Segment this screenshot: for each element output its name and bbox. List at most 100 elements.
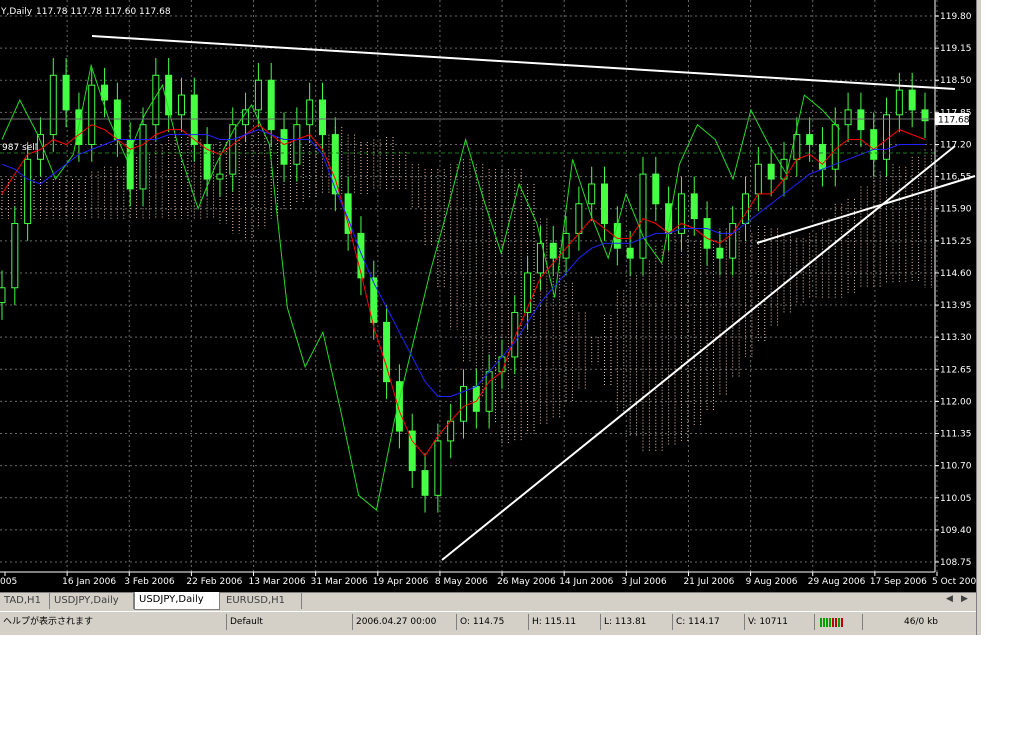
- tab-cadjpy-h1[interactable]: TAD,H1: [0, 593, 50, 609]
- candle-body: [216, 173, 224, 180]
- price-tick-label: 108.75: [940, 558, 972, 568]
- candle-body: [742, 193, 750, 225]
- candle-body: [639, 173, 647, 259]
- date-tick-label: 26 May 2006: [497, 577, 556, 587]
- status-low: L: 113.81: [600, 614, 672, 630]
- price-tick-label: 118.50: [940, 76, 972, 86]
- candle-body: [831, 124, 839, 170]
- date-tick-label: 5 Oct 2006: [932, 577, 980, 587]
- candle-body: [549, 242, 557, 259]
- tab-scroll-right-icon[interactable]: ▶: [961, 594, 968, 604]
- candle-body: [126, 139, 134, 190]
- candle-body: [729, 223, 737, 259]
- candle-body: [24, 158, 32, 225]
- candle-body: [177, 94, 185, 116]
- current-price-label: 117.68: [938, 116, 970, 126]
- candle-body: [280, 129, 288, 165]
- status-profile: Default: [226, 614, 352, 630]
- price-tick-label: 115.90: [940, 205, 972, 215]
- window-right-border: [976, 0, 981, 635]
- candle-body: [242, 109, 250, 126]
- price-tick-label: 117.20: [940, 140, 972, 150]
- tab-eurusd-h1[interactable]: EURUSD,H1: [222, 593, 302, 609]
- price-tick-label: 112.00: [940, 397, 972, 407]
- status-datetime: 2006.04.27 00:00: [352, 614, 456, 630]
- chart-window: 119.80119.15118.50117.85117.20116.55115.…: [0, 0, 981, 635]
- chart-ohlc-label: 117.78 117.78 117.60 117.68: [36, 7, 171, 17]
- status-high: H: 115.11: [528, 614, 600, 630]
- price-tick-label: 113.30: [940, 333, 972, 343]
- status-help-text: ヘルプが表示されます: [3, 617, 94, 627]
- candle-body: [62, 74, 70, 111]
- candle-body: [293, 124, 301, 165]
- candle-body: [139, 124, 147, 190]
- price-tick-label: 112.65: [940, 365, 972, 375]
- date-tick-label: 21 Jul 2006: [683, 577, 734, 587]
- price-tick-label: 110.05: [940, 494, 972, 504]
- price-tick-label: 119.15: [940, 44, 972, 54]
- candle-body: [844, 109, 852, 126]
- date-tick-label: 3 Feb 2006: [124, 577, 175, 587]
- chart-tabs: TAD,H1 USDJPY,Daily USDJPY,Daily EURUSD,…: [0, 592, 980, 611]
- candle-body: [395, 381, 403, 432]
- candle-body: [895, 89, 903, 116]
- candle-body: [485, 371, 493, 412]
- candle-body: [190, 94, 198, 145]
- candle-body: [652, 173, 660, 205]
- price-tick-label: 110.70: [940, 462, 972, 472]
- chart-background: [0, 0, 935, 572]
- candle-body: [626, 247, 634, 259]
- tab-scroll-left-icon[interactable]: ◀: [946, 594, 953, 604]
- candle-body: [818, 143, 826, 170]
- status-close: C: 114.17: [672, 614, 744, 630]
- price-tick-label: 111.35: [940, 430, 972, 440]
- candle-body: [11, 223, 19, 289]
- candle-body: [754, 163, 762, 195]
- candle-body: [318, 99, 326, 136]
- price-tick-label: 113.95: [940, 301, 972, 311]
- candle-body: [511, 311, 519, 358]
- candle-body: [677, 193, 685, 234]
- candle-body: [690, 193, 698, 220]
- candle-body: [575, 203, 583, 234]
- candle-body: [908, 89, 916, 111]
- candle-body: [49, 74, 57, 136]
- date-tick-label: 13 Mar 2006: [249, 577, 306, 587]
- candle-body: [101, 84, 109, 101]
- status-bar: ヘルプが表示されます Default 2006.04.27 00:00 O: 1…: [0, 611, 980, 632]
- candle-body: [88, 84, 96, 145]
- price-tick-label: 109.40: [940, 526, 972, 536]
- price-tick-label: 114.60: [940, 269, 972, 279]
- tab-usdjpy-daily-2[interactable]: USDJPY,Daily: [134, 592, 220, 610]
- order-label: 987 sell: [2, 143, 37, 153]
- date-tick-label: 3 Jul 2006: [621, 577, 666, 587]
- price-chart[interactable]: 119.80119.15118.50117.85117.20116.55115.…: [0, 0, 980, 592]
- date-tick-label: 14 Jun 2006: [559, 577, 613, 587]
- tab-usdjpy-daily-1[interactable]: USDJPY,Daily: [50, 593, 134, 609]
- date-tick-label: 16 Jan 2006: [62, 577, 116, 587]
- status-open: O: 114.75: [456, 614, 528, 630]
- candle-body: [267, 79, 275, 131]
- candle-body: [370, 277, 378, 323]
- date-tick-label: 31 Mar 2006: [311, 577, 368, 587]
- date-tick-label: 005: [0, 577, 17, 587]
- candle-body: [588, 183, 596, 205]
- candle-body: [613, 223, 621, 249]
- candle-body: [870, 129, 878, 160]
- candle-body: [421, 470, 429, 496]
- connection-bars-icon: [820, 618, 843, 627]
- date-tick-label: 19 Apr 2006: [373, 577, 429, 587]
- candle-body: [857, 109, 865, 131]
- status-connection: [814, 614, 862, 630]
- candle-body: [767, 163, 775, 180]
- candle-body: [434, 440, 442, 496]
- candle-body: [0, 287, 6, 304]
- status-volume: V: 10711: [744, 614, 814, 630]
- date-tick-label: 17 Sep 2006: [870, 577, 927, 587]
- status-traffic: 46/0 kb: [862, 614, 976, 630]
- candle-body: [601, 183, 609, 225]
- date-tick-label: 29 Aug 2006: [808, 577, 866, 587]
- candle-body: [716, 247, 724, 259]
- candle-body: [806, 134, 814, 145]
- chart-symbol-label: Y,Daily: [0, 7, 33, 17]
